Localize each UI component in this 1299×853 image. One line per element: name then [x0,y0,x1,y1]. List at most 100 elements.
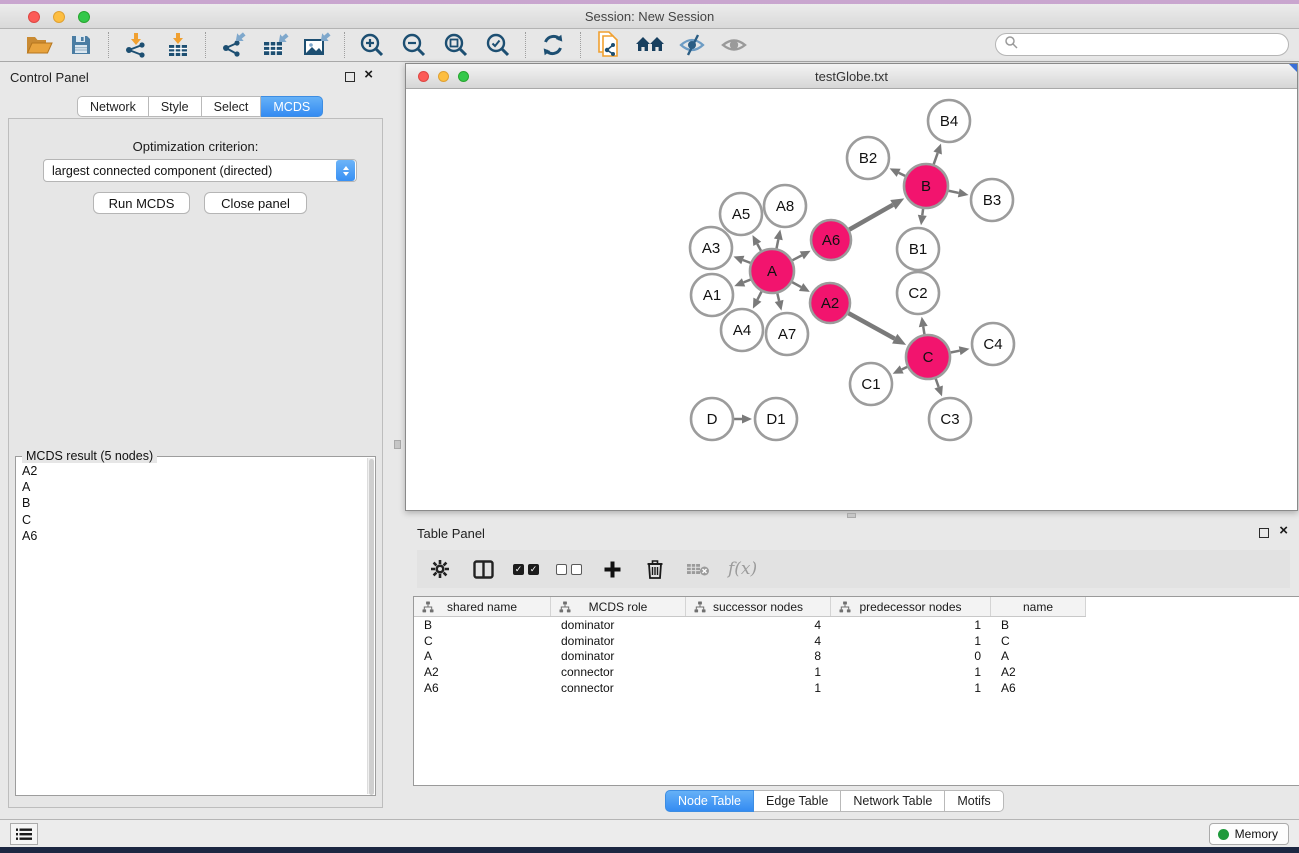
graph-node-A4[interactable]: A4 [721,309,763,351]
graph-node-A2[interactable]: A2 [810,283,850,323]
column-header-predecessor-nodes[interactable]: predecessor nodes [831,597,991,616]
tab-style[interactable]: Style [149,96,202,117]
svg-text:B4: B4 [940,113,958,130]
horizontal-split-divider[interactable] [405,511,1299,520]
zoom-out-icon[interactable] [399,31,429,59]
export-table-icon[interactable] [260,31,290,59]
graph-node-C2[interactable]: C2 [897,272,939,314]
save-session-icon[interactable] [66,31,96,59]
delete-table-icon[interactable] [685,556,711,582]
apply-preferred-layout-icon[interactable] [538,31,568,59]
export-network-icon[interactable] [218,31,248,59]
open-session-icon[interactable] [24,31,54,59]
tab-motifs[interactable]: Motifs [945,790,1003,812]
graph-node-B[interactable]: B [904,164,948,208]
column-header-shared-name[interactable]: shared name [414,597,551,616]
delete-column-icon[interactable] [642,556,668,582]
graph-node-B1[interactable]: B1 [897,228,939,270]
graph-node-A7[interactable]: A7 [766,313,808,355]
vertical-split-divider[interactable] [391,62,405,819]
tab-network-table[interactable]: Network Table [841,790,945,812]
graph-node-D[interactable]: D [691,398,733,440]
svg-text:B3: B3 [983,192,1001,209]
import-table-icon[interactable] [163,31,193,59]
mcds-result-item[interactable]: A [20,479,366,495]
tab-network[interactable]: Network [77,96,149,117]
graph-node-C[interactable]: C [906,335,950,379]
svg-text:D: D [707,411,718,428]
column-header-name[interactable]: name [991,597,1086,616]
screen: Session: New Session [0,0,1299,853]
column-label: name [1023,600,1053,614]
search-field[interactable] [995,33,1289,56]
memory-button[interactable]: Memory [1209,823,1289,845]
table-row[interactable]: Adominator80A [414,649,1299,665]
tab-edge-table[interactable]: Edge Table [754,790,841,812]
table-row[interactable]: Cdominator41C [414,633,1299,649]
deselect-all-checks-icon[interactable] [556,556,582,582]
divider-gripper[interactable] [847,513,856,518]
graph-node-B3[interactable]: B3 [971,179,1013,221]
graph-node-C3[interactable]: C3 [929,398,971,440]
zoom-in-icon[interactable] [357,31,387,59]
task-history-button[interactable] [10,823,38,845]
tab-node-table[interactable]: Node Table [665,790,754,812]
search-input[interactable] [1018,36,1288,54]
graph-node-C1[interactable]: C1 [850,363,892,405]
search-icon [1004,35,1018,54]
import-network-icon[interactable] [121,31,151,59]
float-table-panel-icon[interactable] [1259,528,1269,538]
graph-node-A8[interactable]: A8 [764,185,806,227]
graph-node-A3[interactable]: A3 [690,227,732,269]
optimization-criterion-dropdown[interactable]: largest connected component (directed) [43,159,357,182]
zoom-selected-icon[interactable] [483,31,513,59]
result-scrollbar[interactable] [367,458,374,794]
column-header-MCDS-role[interactable]: MCDS role [551,597,686,616]
column-label: predecessor nodes [859,600,961,614]
zoom-fit-icon[interactable] [441,31,471,59]
cell-name: A6 [991,681,1086,695]
column-chooser-icon[interactable] [470,556,496,582]
graph-node-A6[interactable]: A6 [811,220,851,260]
graph-node-B2[interactable]: B2 [847,137,889,179]
settings-gear-icon[interactable] [427,556,453,582]
graph-edge-A2-C [848,313,906,345]
graph-node-A[interactable]: A [750,249,794,293]
table-row[interactable]: A6connector11A6 [414,680,1299,696]
close-table-panel-icon[interactable]: × [1279,526,1288,536]
float-panel-icon[interactable] [345,72,355,82]
network-titlebar[interactable]: testGlobe.txt [406,64,1297,89]
close-panel-button[interactable]: Close panel [204,192,307,214]
show-all-icon[interactable] [719,31,749,59]
function-builder-icon[interactable]: f(x) [728,556,757,582]
first-neighbors-icon[interactable] [635,31,665,59]
cell-predecessor-nodes: 1 [831,634,991,648]
tab-mcds[interactable]: MCDS [261,96,323,117]
hide-selected-icon[interactable] [677,31,707,59]
graph-edge-A-A7 [775,293,784,310]
graph-node-A5[interactable]: A5 [720,193,762,235]
export-image-icon[interactable] [302,31,332,59]
mcds-result-item[interactable]: A6 [20,528,366,544]
graph-node-C4[interactable]: C4 [972,323,1014,365]
add-column-icon[interactable] [599,556,625,582]
graph-node-A1[interactable]: A1 [691,274,733,316]
mcds-result-item[interactable]: C [20,512,366,528]
graph-edge-C-C3 [934,379,942,397]
mcds-panel-body: Optimization criterion: largest connecte… [8,118,383,808]
column-header-successor-nodes[interactable]: successor nodes [686,597,831,616]
graph-node-B4[interactable]: B4 [928,100,970,142]
mcds-result-item[interactable]: A2 [20,463,366,479]
desktop-strip-bottom [0,847,1299,853]
mcds-result-item[interactable]: B [20,495,366,511]
divider-gripper[interactable] [394,440,401,449]
network-canvas[interactable]: B4 B2 B B3 A8A5 A6 A3 B1 A C2 A1 A2 A4A7 C4 C C1 C3 D D1 [406,90,1297,510]
table-row[interactable]: Bdominator41B [414,617,1299,633]
new-network-from-selection-icon[interactable] [593,31,623,59]
run-mcds-button[interactable]: Run MCDS [93,192,190,214]
close-panel-icon[interactable]: × [364,70,373,80]
table-row[interactable]: A2connector11A2 [414,664,1299,680]
tab-select[interactable]: Select [202,96,262,117]
select-all-checks-icon[interactable]: ✓✓ [513,556,539,582]
graph-node-D1[interactable]: D1 [755,398,797,440]
